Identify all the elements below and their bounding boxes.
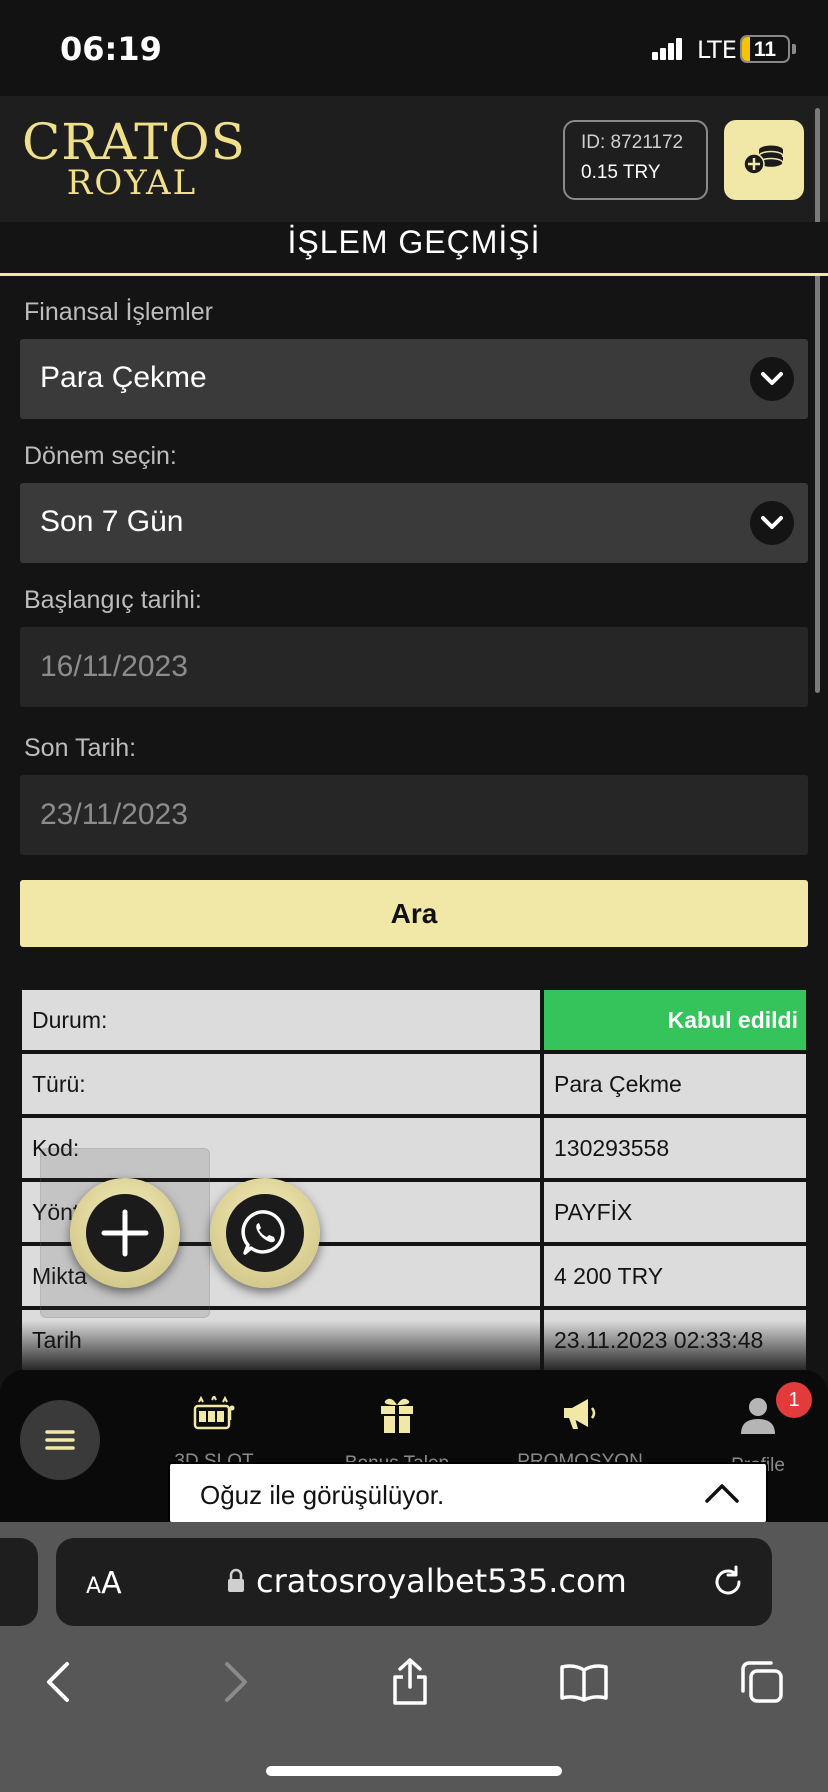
end-date-label: Son Tarih: (24, 734, 137, 762)
table-cell-value: Para Çekme (544, 1054, 806, 1114)
megaphone-icon (564, 1399, 596, 1429)
status-badge: Kabul edildi (544, 990, 806, 1050)
address-bar[interactable]: AA cratosroyalbet535.com (56, 1538, 772, 1626)
start-date-field[interactable] (20, 627, 808, 707)
previous-tab-preview[interactable] (0, 1538, 38, 1626)
network-type: LTE (697, 36, 737, 64)
site-logo[interactable]: CRATOS ROYAL (22, 113, 246, 203)
lock-icon (226, 1568, 246, 1599)
battery-icon: 11 (740, 35, 790, 63)
account-balance: 0.15 TRY (581, 162, 661, 183)
table-cell-key: Türü: (22, 1054, 540, 1114)
notification-badge: 1 (776, 1382, 812, 1418)
battery-level: 11 (753, 38, 777, 61)
period-value: Son 7 Gün (40, 505, 184, 538)
status-bar: 06:19 LTE 11 (0, 0, 828, 96)
page-title: İŞLEM GEÇMİŞİ (0, 222, 828, 276)
cellular-signal-icon (652, 38, 682, 60)
account-info[interactable]: ID: 8721172 0.15 TRY (563, 120, 708, 200)
content-fade (0, 1320, 828, 1370)
chevron-up-icon[interactable] (704, 1482, 740, 1509)
plus-icon (86, 1194, 164, 1272)
share-icon (393, 1658, 427, 1705)
start-date-input[interactable] (20, 627, 808, 707)
text-size-small: A (86, 1574, 102, 1599)
browser-toolbar: AA cratosroyalbet535.com (0, 1522, 828, 1792)
logo-line2: ROYAL (66, 163, 198, 203)
add-button[interactable] (70, 1178, 180, 1288)
start-date-label: Başlangıç tarihi: (24, 586, 202, 614)
site-header: CRATOS ROYAL ID: 8721172 0.15 TRY (0, 96, 828, 222)
live-chat-bar[interactable]: Oğuz ile görüşülüyor. (168, 1462, 768, 1524)
table-cell-key: Durum: (22, 990, 540, 1050)
logo-line1: CRATOS (22, 113, 246, 171)
chat-status-text: Oğuz ile görüşülüyor. (200, 1480, 445, 1510)
wallet-button[interactable] (724, 120, 804, 200)
menu-button[interactable] (20, 1400, 100, 1480)
table-row-type: Türü: Para Çekme (22, 1054, 806, 1114)
chevron-right-icon (225, 1662, 247, 1702)
page-url: cratosroyalbet535.com (256, 1562, 627, 1600)
whatsapp-icon (226, 1194, 304, 1272)
chevron-left-icon (47, 1662, 69, 1702)
account-id: ID: 8721172 (581, 132, 684, 153)
period-label: Dönem seçin: (24, 442, 177, 470)
table-row-status: Durum: Kabul edildi (22, 990, 806, 1050)
end-date-input[interactable] (20, 775, 808, 855)
transaction-type-label: Finansal İşlemler (24, 298, 213, 326)
search-button[interactable]: Ara (20, 880, 808, 947)
period-select[interactable]: Son 7 Gün (20, 483, 808, 563)
book-icon (560, 1664, 608, 1702)
slot-machine-icon (193, 1393, 235, 1430)
gift-icon (381, 1398, 413, 1433)
back-button[interactable] (28, 1652, 88, 1712)
whatsapp-button[interactable] (210, 1178, 320, 1288)
chevron-down-icon (750, 357, 794, 401)
hamburger-icon (45, 1430, 75, 1450)
page-scrollbar[interactable] (815, 108, 820, 693)
tabs-button[interactable] (732, 1652, 792, 1712)
transaction-type-value: Para Çekme (40, 361, 207, 394)
reload-icon[interactable] (710, 1564, 746, 1605)
clock: 06:19 (60, 30, 162, 68)
end-date-field[interactable] (20, 775, 808, 855)
user-icon (741, 1398, 775, 1434)
coins-icon (743, 145, 784, 175)
table-cell-value: 4 200 TRY (544, 1246, 806, 1306)
transaction-type-select[interactable]: Para Çekme (20, 339, 808, 419)
home-indicator (266, 1766, 562, 1776)
share-button[interactable] (380, 1652, 440, 1712)
table-cell-value: 130293558 (544, 1118, 806, 1178)
text-size-button[interactable]: AA (86, 1566, 122, 1601)
table-cell-value: PAYFİX (544, 1182, 806, 1242)
text-size-large: A (101, 1566, 122, 1601)
forward-button[interactable] (206, 1652, 266, 1712)
chevron-down-icon (750, 501, 794, 545)
tabs-icon (741, 1661, 783, 1703)
battery-tip (792, 44, 796, 54)
bookmarks-button[interactable] (554, 1652, 614, 1712)
